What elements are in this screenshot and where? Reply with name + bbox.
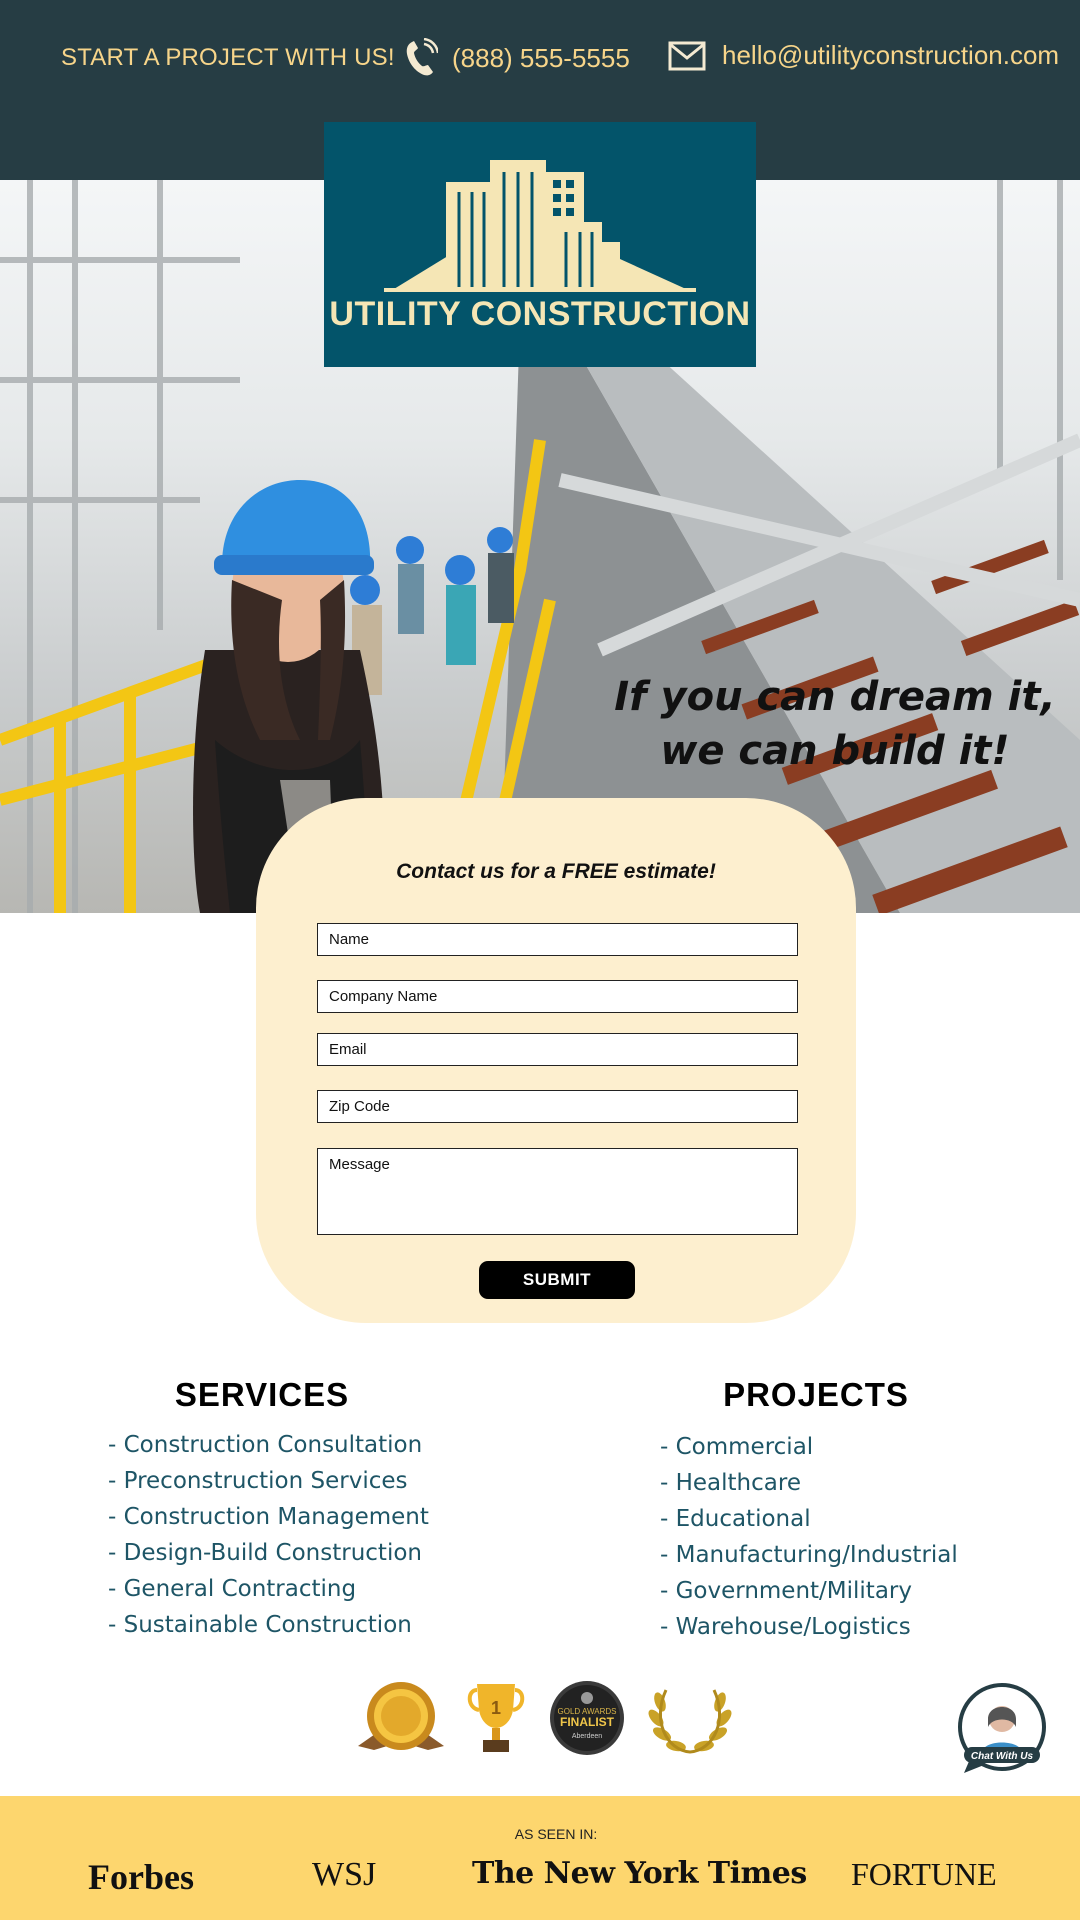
email-address: hello@utilityconstruction.com [722, 40, 1060, 70]
start-project-link[interactable]: START A PROJECT WITH US! [61, 44, 395, 72]
projects-item[interactable]: - Healthcare [660, 1465, 958, 1501]
services-item[interactable]: - General Contracting [108, 1571, 429, 1607]
tagline-line-1: If you can dream it, [614, 674, 1056, 720]
finalist-label: FINALIST [560, 1715, 615, 1729]
laurel-wreath-icon [646, 1680, 734, 1761]
chat-widget-button[interactable]: Chat With Us [956, 1683, 1048, 1775]
company-name-input[interactable]: Company Name [317, 980, 798, 1013]
mail-icon [668, 41, 706, 71]
services-title: SERVICES [174, 1376, 350, 1413]
projects-title: PROJECTS [723, 1376, 909, 1413]
company-logo[interactable]: UTILITY CONSTRUCTION [324, 122, 756, 367]
phone-icon [404, 38, 438, 78]
name-input[interactable]: Name [317, 923, 798, 956]
services-item[interactable]: - Construction Management [108, 1499, 429, 1535]
hero-tagline: If you can dream it, we can build it! [600, 670, 1070, 778]
message-textarea[interactable]: Message [317, 1148, 798, 1235]
nyt-logo: The New York Times [472, 1856, 807, 1891]
services-item[interactable]: - Design-Build Construction [108, 1535, 429, 1571]
as-seen-in-label: AS SEEN IN: [514, 1826, 598, 1842]
projects-item[interactable]: - Manufacturing/Industrial [660, 1537, 958, 1573]
projects-item[interactable]: - Government/Military [660, 1573, 958, 1609]
as-seen-in-footer: AS SEEN IN: Forbes WSJ The New York Time… [0, 1796, 1080, 1920]
projects-item[interactable]: - Warehouse/Logistics [660, 1609, 958, 1645]
trophy-icon: 1 [465, 1680, 527, 1761]
wsj-logo: WSJ [312, 1856, 377, 1893]
services-item[interactable]: - Preconstruction Services [108, 1463, 429, 1499]
trophy-number: 1 [491, 1698, 501, 1718]
form-title: Contact us for a FREE estimate! [396, 860, 716, 883]
services-item[interactable]: - Sustainable Construction [108, 1607, 429, 1643]
forbes-logo: Forbes [88, 1857, 194, 1897]
fortune-logo: FORTUNE [851, 1856, 997, 1892]
projects-item[interactable]: - Educational [660, 1501, 958, 1537]
logo-wordmark: UTILITY CONSTRUCTION [329, 295, 751, 333]
phone-number: (888) 555-5555 [452, 42, 630, 73]
estimate-form: Contact us for a FREE estimate! Name Com… [256, 798, 856, 1323]
email-input[interactable]: Email [317, 1033, 798, 1066]
chat-label: Chat With Us [971, 1751, 1034, 1762]
services-list: - Construction Consultation - Preconstru… [108, 1427, 429, 1643]
finalist-sub: Aberdeen [572, 1733, 602, 1740]
services-item[interactable]: - Construction Consultation [108, 1427, 429, 1463]
projects-item[interactable]: - Commercial [660, 1429, 958, 1465]
tagline-line-2: we can build it! [660, 728, 1010, 774]
email-link[interactable]: hello@utilityconstruction.com [668, 40, 1059, 71]
chat-agent-icon: Chat With Us [958, 1683, 1046, 1773]
finalist-badge: GOLD AWARDS FINALIST Aberdeen [549, 1680, 625, 1761]
zip-code-input[interactable]: Zip Code [317, 1090, 798, 1123]
projects-list: - Commercial - Healthcare - Educational … [660, 1429, 958, 1645]
award-medal-icon [356, 1680, 446, 1763]
submit-button[interactable]: SUBMIT [479, 1261, 635, 1299]
phone-link[interactable]: (888) 555-5555 [404, 38, 630, 78]
